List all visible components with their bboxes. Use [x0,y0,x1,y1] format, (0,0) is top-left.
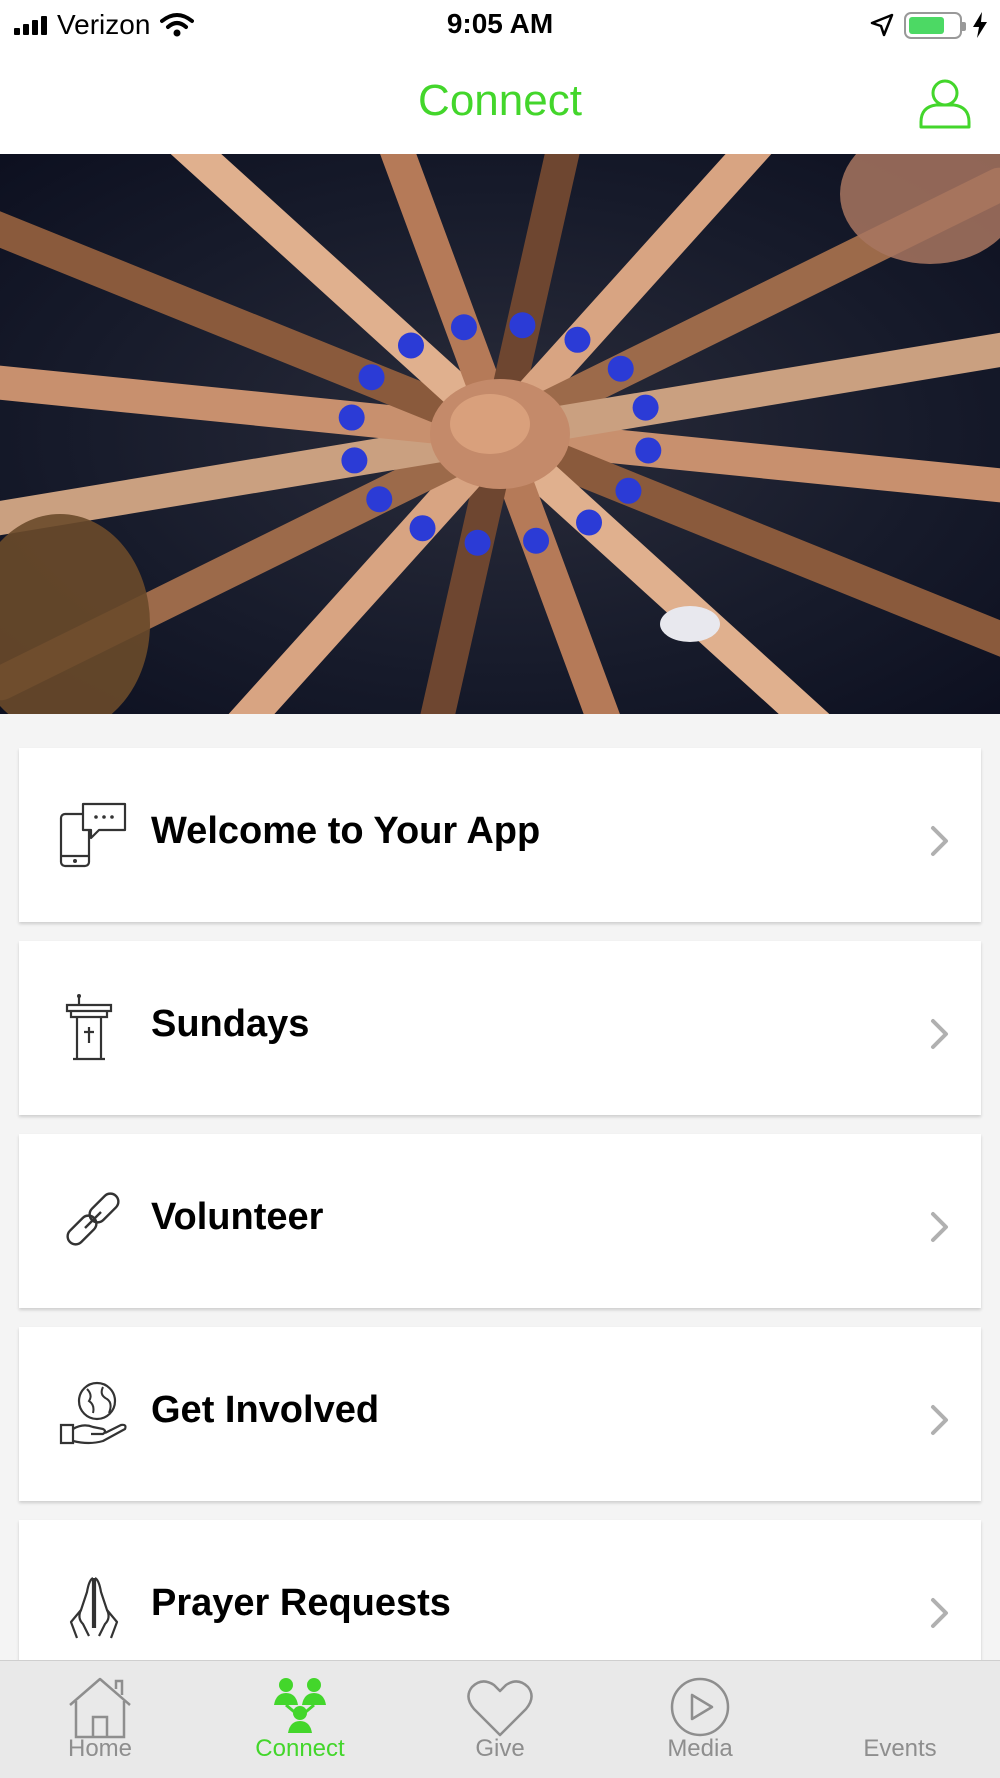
menu-item-label: Volunteer [151,1196,324,1238]
tab-give[interactable]: Give [400,1661,600,1778]
wristband [576,509,603,536]
menu-item-label: Get Involved [151,1389,380,1431]
hero-image [0,154,1000,714]
hands-together-photo [0,154,1000,714]
wristband [615,477,642,504]
chevron-right-icon [931,1405,948,1435]
charging-bolt-icon [973,12,987,38]
wristband [366,486,393,513]
tab-media[interactable]: Media [600,1661,800,1778]
wristband [338,404,365,431]
tab-connect[interactable]: Connect [200,1661,400,1778]
menu-item-label: Welcome to Your App [151,810,541,852]
page-title: Connect [418,76,582,125]
wristband [509,312,536,339]
phone-chat-icon [59,802,127,868]
chevron-right-icon [931,1019,948,1049]
tab-home[interactable]: Home [0,1661,200,1778]
wristband [464,529,491,556]
tab-label: Connect [255,1735,345,1762]
globe-hand-icon [59,1381,127,1445]
chevron-right-icon [931,826,948,856]
tab-label: Give [475,1735,525,1762]
tab-label: Media [667,1735,733,1762]
chevron-right-icon [931,1212,948,1242]
wristband [450,314,477,341]
wristband [358,364,385,391]
wristband [341,447,368,474]
profile-icon[interactable] [918,76,972,130]
tab-label: Home [67,1735,133,1762]
wristband [635,437,662,464]
menu-item-welcome[interactable]: Welcome to Your App [19,748,981,922]
wristband [523,527,550,554]
play-circle-icon [670,1677,730,1737]
wristband [409,515,436,542]
wristband [397,332,424,359]
heart-icon [467,1680,533,1737]
home-icon [69,1677,131,1739]
pulpit-icon [65,994,113,1061]
menu-item-sundays[interactable]: Sundays [19,941,981,1115]
menu-item-volunteer[interactable]: Volunteer [19,1134,981,1308]
status-right [870,8,988,42]
menu-item-label: Sundays [151,1003,310,1045]
wristband [632,394,659,421]
status-time: 9:05 AM [446,8,554,39]
tab-label: Events [863,1735,937,1762]
menu-item-label: Prayer Requests [151,1582,451,1624]
link-icon [66,1192,120,1246]
praying-hands-icon [69,1577,119,1639]
wristband [607,355,634,382]
chevron-right-icon [931,1598,948,1628]
tab-bar: Home Connect Give Media Events [0,1660,1000,1778]
status-bar: Verizon 9:05 AM [0,0,1000,50]
nav-bar: Connect [0,50,1000,154]
location-arrow-icon [870,13,894,37]
menu-item-get-involved[interactable]: Get Involved [19,1327,981,1501]
battery-icon [904,11,966,39]
menu-list: Welcome to Your App Sundays Volunteer Ge… [19,748,981,1713]
people-icon [274,1678,326,1733]
tab-events[interactable]: Events [800,1661,1000,1778]
wristband [564,326,591,353]
